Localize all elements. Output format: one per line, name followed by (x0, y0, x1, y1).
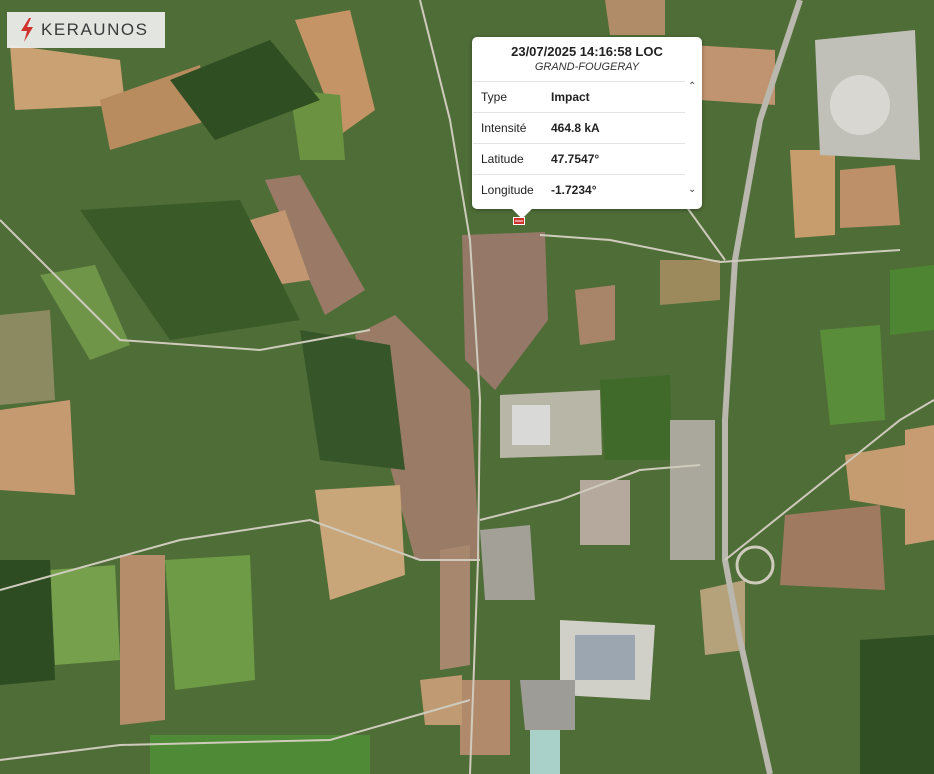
strike-details-table: Type Impact Intensité 464.8 kA Latitude … (473, 81, 685, 205)
row-value: 47.7547° (550, 143, 685, 175)
row-label: Intensité (473, 112, 550, 144)
popup-subtitle: GRAND-FOUGERAY (534, 61, 640, 73)
lightning-impact-marker-icon[interactable] (513, 217, 525, 225)
popup-scrollbar[interactable]: ⌃ ⌄ (686, 81, 700, 197)
chevron-up-icon[interactable]: ⌃ (688, 81, 696, 92)
table-row: Type Impact (473, 81, 685, 113)
keraunos-logo: KERAUNOS (7, 12, 165, 48)
popup-title: 23/07/2025 14:16:58 LOC (511, 44, 663, 59)
row-value: 464.8 kA (550, 112, 685, 144)
row-label: Latitude (473, 143, 550, 175)
satellite-map[interactable] (0, 0, 934, 774)
row-value: Impact (550, 81, 685, 113)
row-label: Longitude (473, 174, 550, 205)
row-label: Type (473, 81, 550, 113)
brand-name: KERAUNOS (41, 20, 149, 39)
chevron-down-icon[interactable]: ⌄ (688, 184, 696, 195)
table-row: Longitude -1.7234° (473, 174, 685, 205)
table-row: Intensité 464.8 kA (473, 112, 685, 144)
lightning-bolt-icon (21, 18, 33, 42)
strike-info-popup: 23/07/2025 14:16:58 LOC GRAND-FOUGERAY T… (472, 37, 702, 219)
satellite-imagery (0, 0, 934, 774)
table-row: Latitude 47.7547° (473, 143, 685, 175)
row-value: -1.7234° (550, 174, 685, 205)
